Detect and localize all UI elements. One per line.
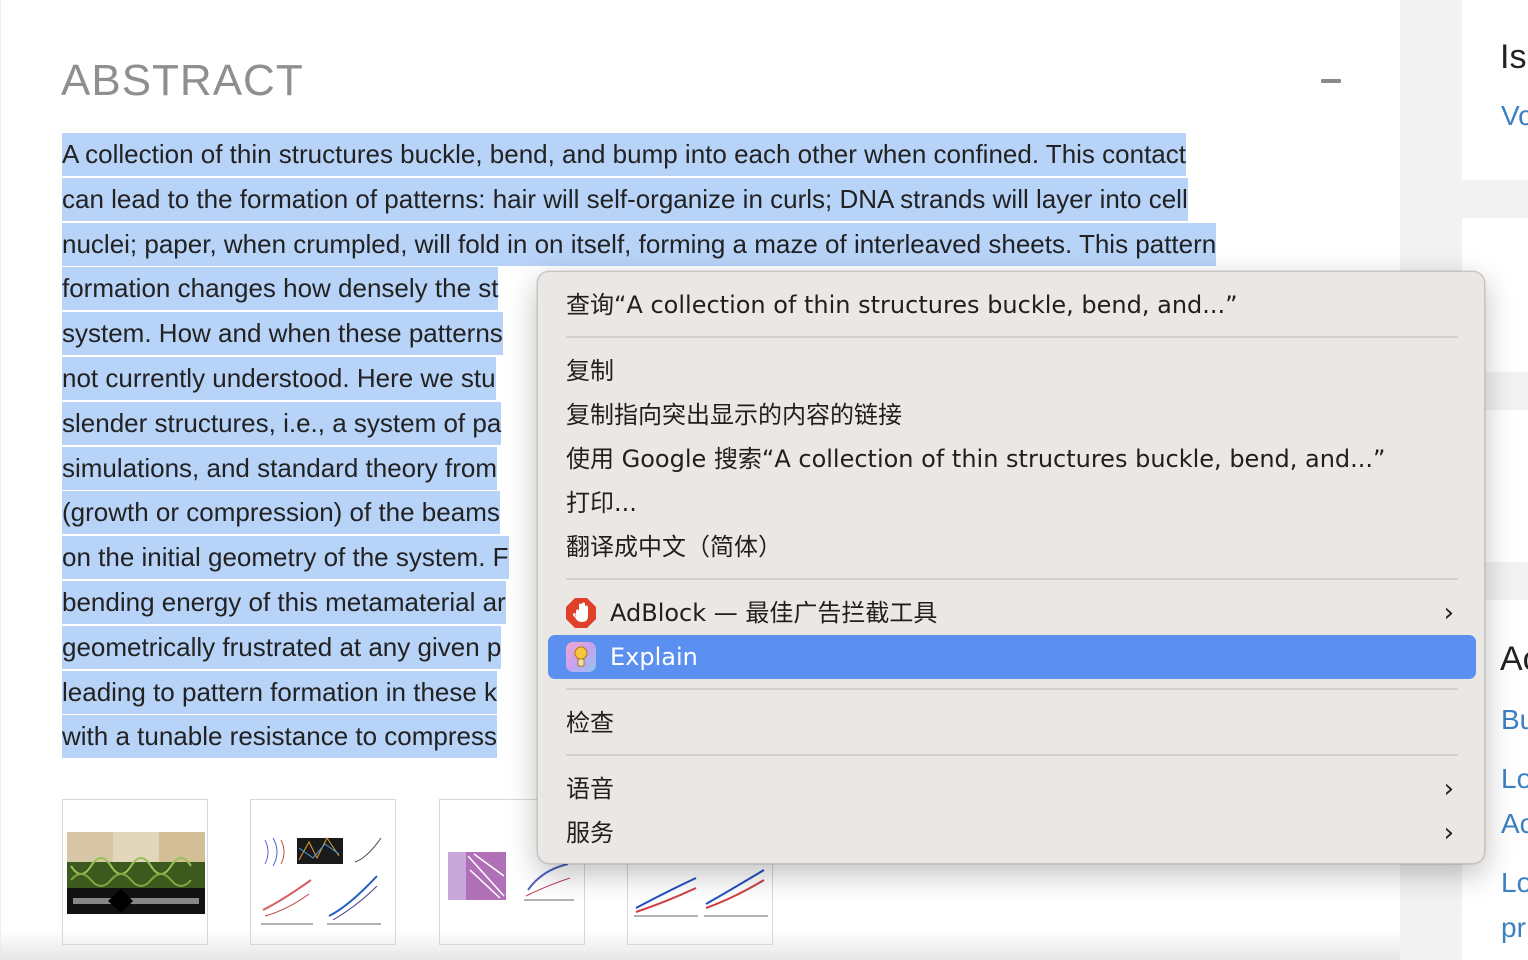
abstract-line: formation changes how densely the st: [62, 267, 499, 311]
adblock-hand-icon: [565, 597, 597, 629]
abstract-line: leading to pattern formation in these k: [62, 670, 498, 714]
menu-item-label: 复制指向突出显示的内容的链接: [566, 401, 902, 429]
menu-item-label: 检查: [566, 709, 614, 737]
figure-thumbnail[interactable]: [250, 799, 396, 945]
context-menu: 查询“A collection of thin structures buckl…: [537, 271, 1485, 864]
menu-item-explain[interactable]: Explain: [548, 635, 1476, 679]
menu-separator: [566, 688, 1458, 690]
menu-item-label: 服务: [566, 819, 614, 847]
menu-item-label: 复制: [566, 357, 614, 385]
menu-item-label: 打印...: [566, 489, 637, 517]
menu-item-lookup[interactable]: 查询“A collection of thin structures buckl…: [548, 283, 1476, 327]
sidebar-link[interactable]: Lo: [1501, 763, 1528, 795]
menu-item-services[interactable]: 服务 ›: [548, 811, 1476, 855]
abstract-line: nuclei; paper, when crumpled, will fold …: [62, 222, 1217, 266]
chevron-right-icon: ›: [1443, 818, 1454, 848]
menu-separator: [566, 336, 1458, 338]
abstract-line: slender structures, i.e., a system of pa: [62, 401, 502, 445]
menu-item-label: 使用 Google 搜索“A collection of thin struct…: [566, 445, 1386, 473]
sidebar-heading: Is: [1500, 38, 1527, 76]
menu-item-copy-link[interactable]: 复制指向突出显示的内容的链接: [548, 393, 1476, 437]
menu-separator: [566, 578, 1458, 580]
sidebar-link[interactable]: Vo: [1501, 100, 1528, 132]
menu-item-speech[interactable]: 语音 ›: [548, 767, 1476, 811]
menu-item-copy[interactable]: 复制: [548, 349, 1476, 393]
abstract-line: A collection of thin structures buckle, …: [62, 133, 1186, 176]
menu-item-inspect[interactable]: 检查: [548, 701, 1476, 745]
abstract-line: with a tunable resistance to compress: [62, 715, 497, 759]
sidebar-link[interactable]: Ac: [1501, 808, 1528, 840]
collapse-minus-button[interactable]: [1321, 79, 1341, 83]
menu-item-label: Explain: [610, 643, 698, 671]
abstract-line: geometrically frustrated at any given p: [62, 625, 502, 669]
menu-separator: [566, 754, 1458, 756]
bottom-shadow: [1, 930, 1401, 960]
chevron-right-icon: ›: [1443, 774, 1454, 804]
menu-item-label: 语音: [566, 775, 614, 803]
sidebar-link[interactable]: Bu: [1501, 704, 1528, 736]
menu-item-translate[interactable]: 翻译成中文（简体）: [548, 525, 1476, 569]
menu-item-adblock[interactable]: AdBlock — 最佳广告拦截工具 ›: [548, 591, 1476, 635]
explain-app-icon: [565, 641, 597, 673]
abstract-line: not currently understood. Here we stu: [62, 356, 496, 400]
sidebar-heading: Ac: [1500, 640, 1528, 678]
abstract-line: (growth or compression) of the beams: [62, 491, 500, 535]
menu-item-label: AdBlock — 最佳广告拦截工具: [610, 599, 938, 627]
figure-thumbnail[interactable]: [62, 799, 208, 945]
abstract-line: system. How and when these patterns: [62, 312, 503, 356]
chevron-right-icon: ›: [1443, 598, 1454, 628]
menu-item-label: 翻译成中文（简体）: [566, 533, 782, 561]
menu-item-google-search[interactable]: 使用 Google 搜索“A collection of thin struct…: [548, 437, 1476, 481]
menu-item-print[interactable]: 打印...: [548, 481, 1476, 525]
abstract-line: simulations, and standard theory from: [62, 446, 497, 490]
sidebar-card: [1462, 0, 1528, 180]
sidebar-link[interactable]: pr: [1501, 912, 1526, 944]
sidebar-link[interactable]: Lo: [1501, 867, 1528, 899]
abstract-line: on the initial geometry of the system. F: [62, 536, 509, 580]
abstract-line: bending energy of this metamaterial ar: [62, 580, 506, 624]
abstract-line: can lead to the formation of patterns: h…: [62, 177, 1188, 221]
menu-item-label: 查询“A collection of thin structures buckl…: [566, 291, 1238, 319]
abstract-heading: ABSTRACT: [61, 56, 304, 105]
